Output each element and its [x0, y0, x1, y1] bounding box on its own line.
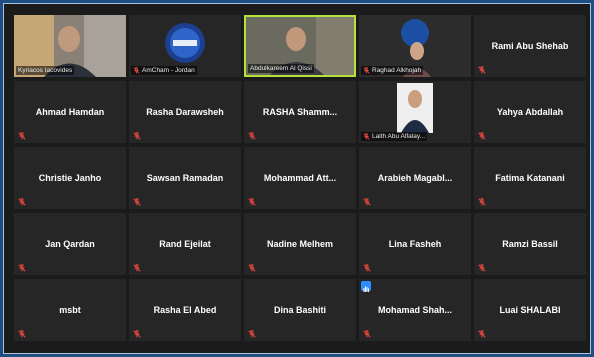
- participant-tile[interactable]: Luai SHALABI: [474, 279, 586, 341]
- muted-mic-icon: [363, 133, 370, 140]
- muted-mic-icon: [363, 330, 371, 338]
- participant-name-label: Raghad Alkhojah: [361, 66, 424, 75]
- muted-mic-icon: [478, 264, 486, 272]
- participant-tile[interactable]: Mohammad Att...: [244, 147, 356, 209]
- muted-mic-icon: [478, 330, 486, 338]
- participant-tile[interactable]: RASHA Shamm...: [244, 81, 356, 143]
- participant-name: Fatima Katanani: [495, 173, 565, 183]
- participant-name: Ramzi Bassil: [502, 239, 558, 249]
- participant-name: msbt: [59, 305, 81, 315]
- participant-name: Rasha El Abed: [153, 305, 217, 315]
- muted-mic-icon: [18, 330, 26, 338]
- muted-mic-icon: [363, 67, 370, 74]
- active-speaker-tile[interactable]: Abdulkareem Al Qissi: [244, 15, 356, 77]
- participant-tile[interactable]: msbt: [14, 279, 126, 341]
- participant-tile[interactable]: Lina Fasheh: [359, 213, 471, 275]
- participant-name: Ahmad Hamdan: [35, 107, 105, 117]
- muted-mic-icon: [133, 132, 141, 140]
- muted-mic-icon: [248, 330, 256, 338]
- muted-mic-icon: [363, 198, 371, 206]
- participant-name-label: Kyriacos Iacovides: [16, 66, 75, 75]
- participant-name: Christie Janho: [38, 173, 102, 183]
- participant-tile[interactable]: Nadine Melhem: [244, 213, 356, 275]
- muted-mic-icon: [248, 264, 256, 272]
- muted-mic-icon: [248, 198, 256, 206]
- participant-tile[interactable]: Rasha Darawsheh: [129, 81, 241, 143]
- participant-name: Dina Bashiti: [273, 305, 326, 315]
- participant-tile[interactable]: Jan Qardan: [14, 213, 126, 275]
- muted-mic-icon: [478, 132, 486, 140]
- participant-name: Luai SHALABI: [499, 305, 561, 315]
- raise-hand-icon: [361, 281, 371, 292]
- participant-tile[interactable]: Yahya Abdallah: [474, 81, 586, 143]
- participant-tile[interactable]: Rasha El Abed: [129, 279, 241, 341]
- muted-mic-icon: [18, 132, 26, 140]
- muted-mic-icon: [363, 264, 371, 272]
- participant-name-label: Laith Abu Alfalay...: [361, 132, 427, 141]
- muted-mic-icon: [133, 264, 141, 272]
- participant-name: Mohamad Shah...: [377, 305, 452, 315]
- participant-name: Sawsan Ramadan: [146, 173, 224, 183]
- participant-tile[interactable]: Rami Abu Shehab: [474, 15, 586, 77]
- participant-tile[interactable]: Fatima Katanani: [474, 147, 586, 209]
- participant-name: Jan Qardan: [45, 239, 95, 249]
- muted-mic-icon: [133, 198, 141, 206]
- muted-mic-icon: [133, 330, 141, 338]
- participant-tile[interactable]: Sawsan Ramadan: [129, 147, 241, 209]
- participant-tile[interactable]: Mohamad Shah...: [359, 279, 471, 341]
- participant-name: Rami Abu Shehab: [491, 41, 569, 51]
- participant-name: Rasha Darawsheh: [146, 107, 224, 117]
- muted-mic-icon: [478, 198, 486, 206]
- participant-tile[interactable]: AmCham - Jordan: [129, 15, 241, 77]
- muted-mic-icon: [248, 132, 256, 140]
- participant-name: Arabieh Magabl...: [377, 173, 453, 183]
- participant-name: Yahya Abdallah: [496, 107, 564, 117]
- participant-tile[interactable]: Dina Bashiti: [244, 279, 356, 341]
- participant-tile[interactable]: Ahmad Hamdan: [14, 81, 126, 143]
- participant-tile[interactable]: Arabieh Magabl...: [359, 147, 471, 209]
- muted-mic-icon: [18, 198, 26, 206]
- participant-tile[interactable]: Laith Abu Alfalay...: [359, 81, 471, 143]
- zoom-gallery-window: Kyriacos Iacovides AmCham - Jordan Abdul…: [3, 3, 591, 354]
- muted-mic-icon: [18, 264, 26, 272]
- participant-tile[interactable]: Kyriacos Iacovides: [14, 15, 126, 77]
- participant-grid: Kyriacos Iacovides AmCham - Jordan Abdul…: [14, 15, 586, 341]
- participant-name: Lina Fasheh: [388, 239, 442, 249]
- participant-name: RASHA Shamm...: [262, 107, 338, 117]
- participant-name: Nadine Melhem: [266, 239, 333, 249]
- muted-mic-icon: [133, 67, 140, 74]
- participant-name-label: AmCham - Jordan: [131, 66, 197, 75]
- participant-name: Rand Ejeilat: [159, 239, 211, 249]
- participant-name: Mohammad Att...: [263, 173, 337, 183]
- participant-tile[interactable]: Raghad Alkhojah: [359, 15, 471, 77]
- participant-tile[interactable]: Ramzi Bassil: [474, 213, 586, 275]
- muted-mic-icon: [478, 66, 486, 74]
- participant-tile[interactable]: Rand Ejeilat: [129, 213, 241, 275]
- participant-tile[interactable]: Christie Janho: [14, 147, 126, 209]
- participant-name-label: Abdulkareem Al Qissi: [248, 64, 314, 73]
